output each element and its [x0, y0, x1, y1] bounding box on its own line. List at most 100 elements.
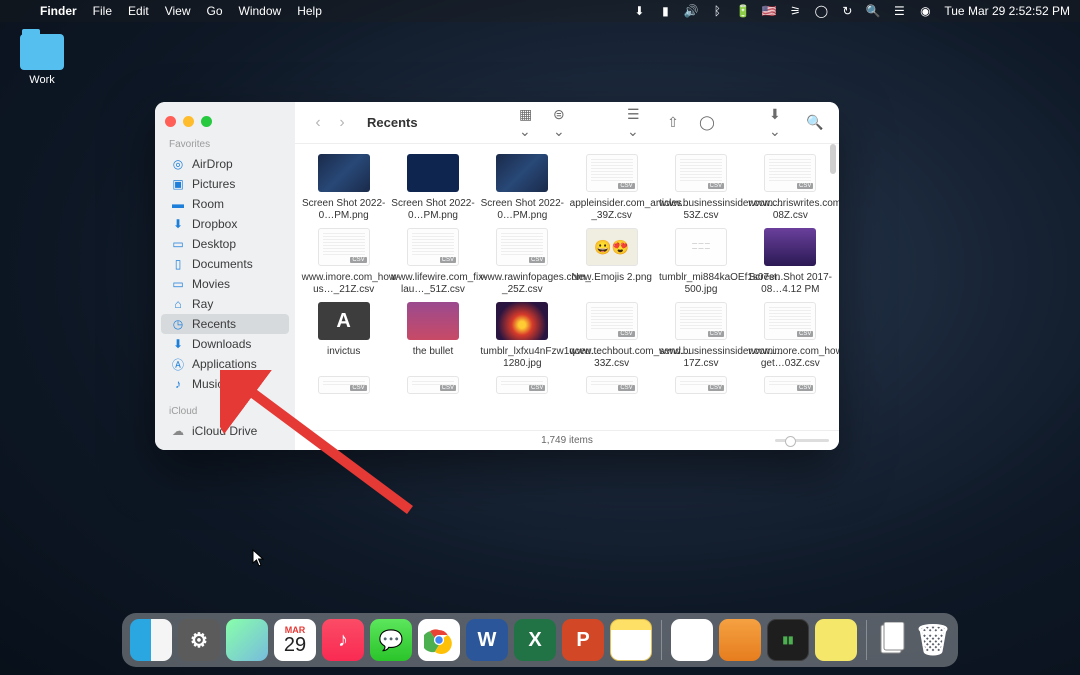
scrollbar[interactable] [830, 144, 836, 174]
folder-icon [20, 34, 64, 70]
user-icon[interactable]: ◯ [814, 4, 828, 18]
sidebar-item-dropbox[interactable]: ⬇Dropbox [161, 214, 289, 234]
forward-button[interactable]: › [331, 112, 353, 134]
menu-help[interactable]: Help [297, 4, 322, 18]
file-item[interactable]: www.rawinfopages.com_…_25Z.csv [480, 228, 565, 296]
file-item[interactable]: www.businessinsider.com…53Z.csv [658, 154, 743, 222]
dock-calendar[interactable]: MAR29 [274, 619, 316, 661]
share-button[interactable]: ⇧ [661, 112, 685, 134]
finder-content[interactable]: Screen Shot 2022-0…PM.pngScreen Shot 202… [295, 144, 839, 430]
file-item[interactable]: tumblr_lxfxu4nFzw1qceu…1280.jpg [480, 302, 565, 370]
sidebar-item-ray[interactable]: ⌂Ray [161, 294, 289, 314]
file-item[interactable] [748, 376, 833, 400]
menu-edit[interactable]: Edit [128, 4, 149, 18]
search-button[interactable]: 🔍 [803, 112, 827, 134]
file-item[interactable]: www.imore.com_how-get…03Z.csv [748, 302, 833, 370]
file-item[interactable]: — — —— — —tumblr_mi884kaOEf1s07st…500.jp… [658, 228, 743, 296]
desktop-folder-work[interactable]: Work [12, 34, 72, 86]
sidebar-item-applications[interactable]: ⒶApplications [161, 354, 289, 374]
file-item[interactable]: Screen Shot 2017-08…4.12 PM [748, 228, 833, 296]
file-item[interactable]: Ainvictus [301, 302, 386, 370]
file-thumbnail [318, 228, 370, 266]
file-item[interactable]: Screen Shot 2022-0…PM.png [301, 154, 386, 222]
sidebar-item-room[interactable]: ▬Room [161, 194, 289, 214]
file-item[interactable]: www.lifewire.com_fix-lau…_51Z.csv [390, 228, 475, 296]
dock-stickies[interactable] [815, 619, 857, 661]
sidebar-item-music[interactable]: ♪Music [161, 374, 289, 394]
dock-finder[interactable] [130, 619, 172, 661]
file-name: the bullet [413, 346, 454, 358]
view-mode-button[interactable]: ▦ ⌄ [519, 112, 543, 134]
battery-icon[interactable]: 🔋 [736, 4, 750, 18]
sidebar-item-movies[interactable]: ▭Movies [161, 274, 289, 294]
zoom-slider[interactable] [775, 439, 829, 442]
file-item[interactable]: Screen Shot 2022-0…PM.png [480, 154, 565, 222]
file-item[interactable] [480, 376, 565, 400]
dock-app-orange[interactable] [719, 619, 761, 661]
action-button[interactable]: ☰ ⌄ [627, 112, 651, 134]
dock-messages[interactable]: 💬 [370, 619, 412, 661]
finder-statusbar: 1,749 items [295, 430, 839, 450]
flag-icon[interactable]: 🇺🇸 [762, 4, 776, 18]
dock-powerpoint[interactable]: P [562, 619, 604, 661]
bluetooth-icon[interactable]: ᛒ [710, 4, 724, 18]
sidebar-item-airdrop[interactable]: ◎AirDrop [161, 154, 289, 174]
dock-settings[interactable]: ⚙ [178, 619, 220, 661]
dock-music[interactable]: ♪ [322, 619, 364, 661]
file-thumbnail [407, 376, 459, 394]
file-item[interactable] [390, 376, 475, 400]
battery-app-icon[interactable]: ▮ [658, 4, 672, 18]
sidebar-item-recents[interactable]: ◷Recents [161, 314, 289, 334]
menu-go[interactable]: Go [207, 4, 223, 18]
dock-downloads[interactable] [876, 619, 910, 661]
file-item[interactable]: appleinsider.com_articles…_39Z.csv [569, 154, 654, 222]
minimize-button[interactable] [183, 116, 194, 127]
dock-launchpad[interactable] [226, 619, 268, 661]
file-item[interactable]: www.chriswrites.com_193…08Z.csv [748, 154, 833, 222]
tag-button[interactable]: ◯ [695, 112, 719, 134]
back-button[interactable]: ‹ [307, 112, 329, 134]
dock-slack[interactable] [671, 619, 713, 661]
volume-icon[interactable]: 🔊 [684, 4, 698, 18]
file-item[interactable] [658, 376, 743, 400]
menu-window[interactable]: Window [239, 4, 282, 18]
file-item[interactable]: www.techbout.com_send…33Z.csv [569, 302, 654, 370]
dock-excel[interactable]: X [514, 619, 556, 661]
control-center-icon[interactable]: ☰ [892, 4, 906, 18]
dock-terminal[interactable]: ▮▮ [767, 619, 809, 661]
file-item[interactable] [301, 376, 386, 400]
siri-icon[interactable]: ◉ [918, 4, 932, 18]
file-item[interactable]: 😀😍New Emojis 2.png [569, 228, 654, 296]
dock-trash[interactable]: 🗑 [916, 619, 950, 661]
app-name[interactable]: Finder [40, 4, 77, 18]
group-button[interactable]: ⊜ ⌄ [553, 112, 577, 134]
file-item[interactable]: Screen Shot 2022-0…PM.png [390, 154, 475, 222]
sidebar-item-desktop[interactable]: ▭Desktop [161, 234, 289, 254]
wifi-icon[interactable]: ⚞ [788, 4, 802, 18]
file-item[interactable]: www.imore.com_how-us…_21Z.csv [301, 228, 386, 296]
sidebar-item-pictures[interactable]: ▣Pictures [161, 174, 289, 194]
dock-notes[interactable] [610, 619, 652, 661]
fullscreen-button[interactable] [201, 116, 212, 127]
timemachine-icon[interactable]: ↻ [840, 4, 854, 18]
dropbox-status-icon[interactable]: ⬇ [632, 4, 646, 18]
dropbox-toolbar-icon[interactable]: ⬇ ⌄ [769, 112, 793, 134]
close-button[interactable] [165, 116, 176, 127]
sidebar-item-downloads[interactable]: ⬇Downloads [161, 334, 289, 354]
file-item[interactable]: www.businessinsider.com…17Z.csv [658, 302, 743, 370]
dock-separator [661, 620, 662, 660]
file-thumbnail [586, 376, 638, 394]
menu-file[interactable]: File [93, 4, 112, 18]
sidebar-item-icloud-drive[interactable]: ☁iCloud Drive [161, 421, 289, 441]
file-thumbnail [586, 154, 638, 192]
menu-view[interactable]: View [165, 4, 191, 18]
dock-chrome[interactable] [418, 619, 460, 661]
menubar-datetime[interactable]: Tue Mar 29 2:52:52 PM [944, 4, 1070, 18]
dock-separator-2 [866, 620, 867, 660]
dock-word[interactable]: W [466, 619, 508, 661]
apple-icon[interactable] [10, 4, 24, 18]
sidebar-item-documents[interactable]: ▯Documents [161, 254, 289, 274]
spotlight-icon[interactable]: 🔍 [866, 4, 880, 18]
file-item[interactable] [569, 376, 654, 400]
file-item[interactable]: the bullet [390, 302, 475, 370]
